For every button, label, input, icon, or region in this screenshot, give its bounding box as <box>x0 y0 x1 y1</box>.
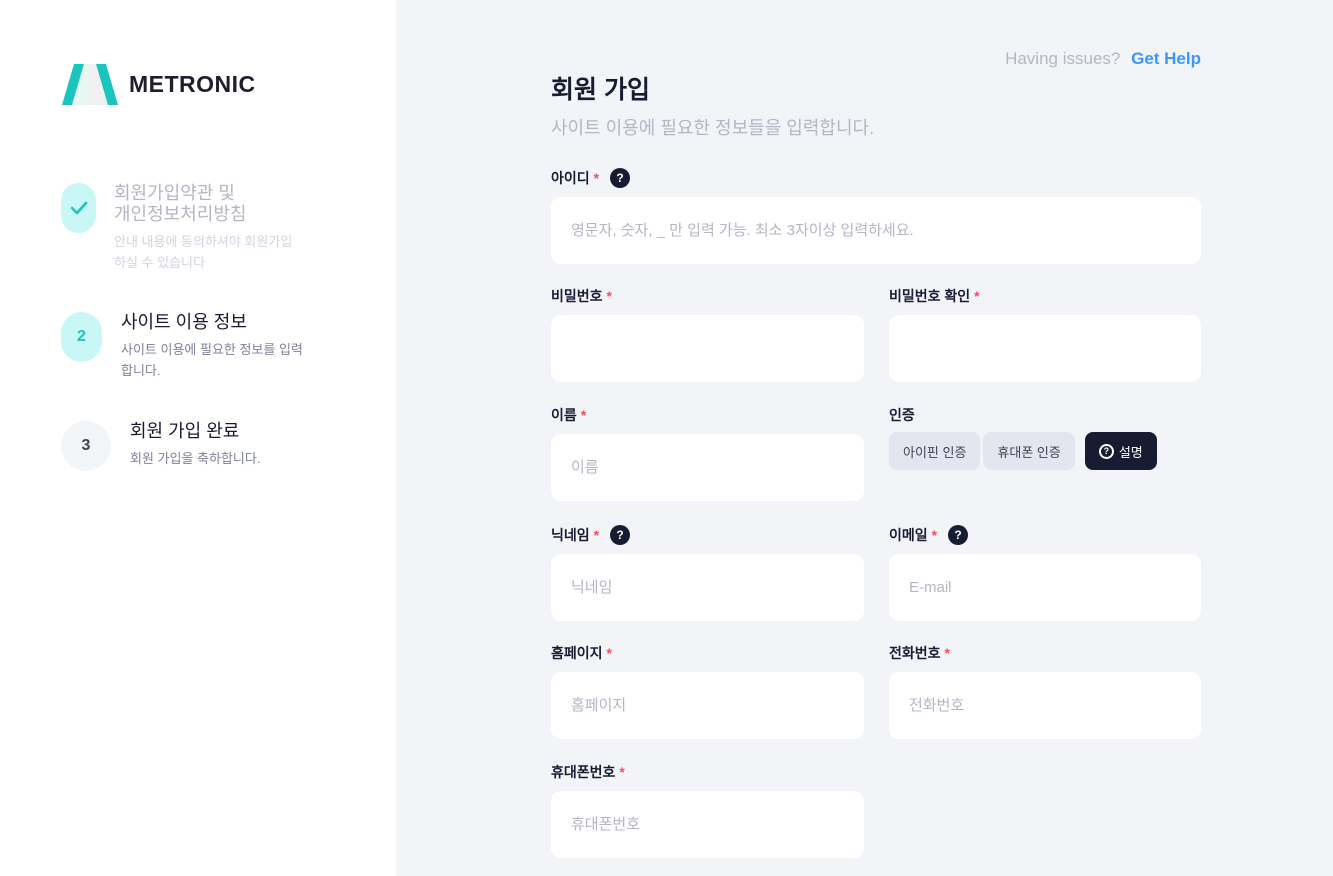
auth-field: 인증 아이핀 인증 휴대폰 인증 ? 설명 <box>889 405 1201 485</box>
userid-input[interactable] <box>551 197 1201 264</box>
page-title: 회원 가입 <box>551 76 650 104</box>
step-desc: 회원 가입을 축하합니다. <box>130 451 261 466</box>
password-confirm-input[interactable] <box>889 315 1201 382</box>
tel-field: 전화번호 * <box>889 643 1201 739</box>
label-text: 아이디 <box>551 170 590 186</box>
name-input[interactable] <box>551 434 864 501</box>
email-label: 이메일 * ? <box>889 525 1201 545</box>
nickname-label: 닉네임 * ? <box>551 525 864 545</box>
required-mark: * <box>606 288 612 304</box>
mobile-field: 휴대폰번호 * <box>551 762 864 858</box>
nickname-input[interactable] <box>551 554 864 621</box>
button-label: 설명 <box>1118 444 1143 460</box>
help-circle-icon: ? <box>1098 443 1114 459</box>
step-desc-line2: 합니다. <box>121 363 161 378</box>
required-mark: * <box>606 645 612 661</box>
name-field: 이름 * <box>551 405 864 501</box>
step-title: 회원가입약관 및 개인정보처리방침 <box>114 183 292 225</box>
password-confirm-field: 비밀번호 확인 * <box>889 286 1201 382</box>
userid-field: 아이디 * ? <box>551 168 1201 264</box>
label-text: 전화번호 <box>889 645 941 661</box>
auth-info-button[interactable]: ? 설명 <box>1084 432 1157 470</box>
help-section: Having issues? Get Help <box>1005 49 1201 69</box>
check-icon <box>61 183 96 233</box>
userid-label: 아이디 * ? <box>551 168 1201 188</box>
tel-label: 전화번호 * <box>889 643 1201 663</box>
nickname-field: 닉네임 * ? <box>551 525 864 621</box>
step-complete[interactable]: 3 회원 가입 완료 회원 가입을 축하합니다. <box>61 421 260 471</box>
ipin-auth-button[interactable]: 아이핀 인증 <box>889 432 981 470</box>
help-circle-icon[interactable]: ? <box>948 525 969 545</box>
help-circle-icon[interactable]: ? <box>610 525 631 545</box>
homepage-input[interactable] <box>551 672 864 739</box>
tel-input[interactable] <box>889 672 1201 739</box>
get-help-link[interactable]: Get Help <box>1131 49 1201 68</box>
sidebar: METRONIC 회원가입약관 및 개인정보처리방침 안내 내용에 동의하셔야 … <box>0 0 396 876</box>
label-text: 비밀번호 확인 <box>889 288 971 304</box>
label-text: 홈페이지 <box>551 645 603 661</box>
step-title-line1: 회원가입약관 및 <box>114 183 235 203</box>
step-desc-line1: 사이트 이용에 필요한 정보를 입력 <box>121 342 303 357</box>
logo[interactable]: METRONIC <box>62 64 256 105</box>
step-desc: 사이트 이용에 필요한 정보를 입력 합니다. <box>121 339 303 381</box>
homepage-label: 홈페이지 * <box>551 643 864 663</box>
step-desc-line2: 하실 수 있습니다 <box>114 255 205 270</box>
metronic-logo-icon <box>62 64 118 105</box>
required-mark: * <box>944 645 950 661</box>
step-site-info[interactable]: 2 사이트 이용 정보 사이트 이용에 필요한 정보를 입력 합니다. <box>61 312 303 381</box>
phone-auth-button[interactable]: 휴대폰 인증 <box>983 432 1075 470</box>
step-title: 사이트 이용 정보 <box>121 312 247 332</box>
email-field: 이메일 * ? <box>889 525 1201 621</box>
help-question: Having issues? <box>1005 49 1121 68</box>
step-number: 2 <box>61 312 102 362</box>
required-mark: * <box>593 527 600 543</box>
label-text: 닉네임 <box>551 527 590 543</box>
email-input[interactable] <box>889 554 1201 621</box>
password-input[interactable] <box>551 315 864 382</box>
form-heading: 회원 가입 사이트 이용에 필요한 정보들을 입력합니다. <box>551 70 874 140</box>
label-text: 이메일 <box>889 527 928 543</box>
step-agreement[interactable]: 회원가입약관 및 개인정보처리방침 안내 내용에 동의하셔야 회원가입 하실 수… <box>61 183 292 273</box>
password-label: 비밀번호 * <box>551 286 864 306</box>
step-title: 회원 가입 완료 <box>130 421 240 441</box>
mobile-label: 휴대폰번호 * <box>551 762 864 782</box>
step-desc: 안내 내용에 동의하셔야 회원가입 하실 수 있습니다 <box>114 231 292 273</box>
logo-text: METRONIC <box>129 71 256 97</box>
help-circle-icon[interactable]: ? <box>610 168 631 188</box>
required-mark: * <box>974 288 980 304</box>
label-text: 휴대폰번호 <box>551 764 616 780</box>
label-text: 이름 <box>551 407 577 423</box>
password-field: 비밀번호 * <box>551 286 864 382</box>
step-desc-line1: 안내 내용에 동의하셔야 회원가입 <box>114 234 293 249</box>
step-number: 3 <box>61 421 111 471</box>
auth-buttons: 아이핀 인증 휴대폰 인증 ? 설명 <box>889 432 1157 470</box>
label-text: 비밀번호 <box>551 288 603 304</box>
required-mark: * <box>593 170 600 186</box>
required-mark: * <box>931 527 938 543</box>
name-label: 이름 * <box>551 405 864 425</box>
mobile-input[interactable] <box>551 791 864 858</box>
step-title-line2: 개인정보처리방침 <box>114 204 247 224</box>
auth-label: 인증 <box>889 407 915 423</box>
password-confirm-label: 비밀번호 확인 * <box>889 286 1201 306</box>
required-mark: * <box>619 764 625 780</box>
required-mark: * <box>580 407 587 423</box>
page-subtitle: 사이트 이용에 필요한 정보들을 입력합니다. <box>551 118 875 138</box>
homepage-field: 홈페이지 * <box>551 643 864 739</box>
